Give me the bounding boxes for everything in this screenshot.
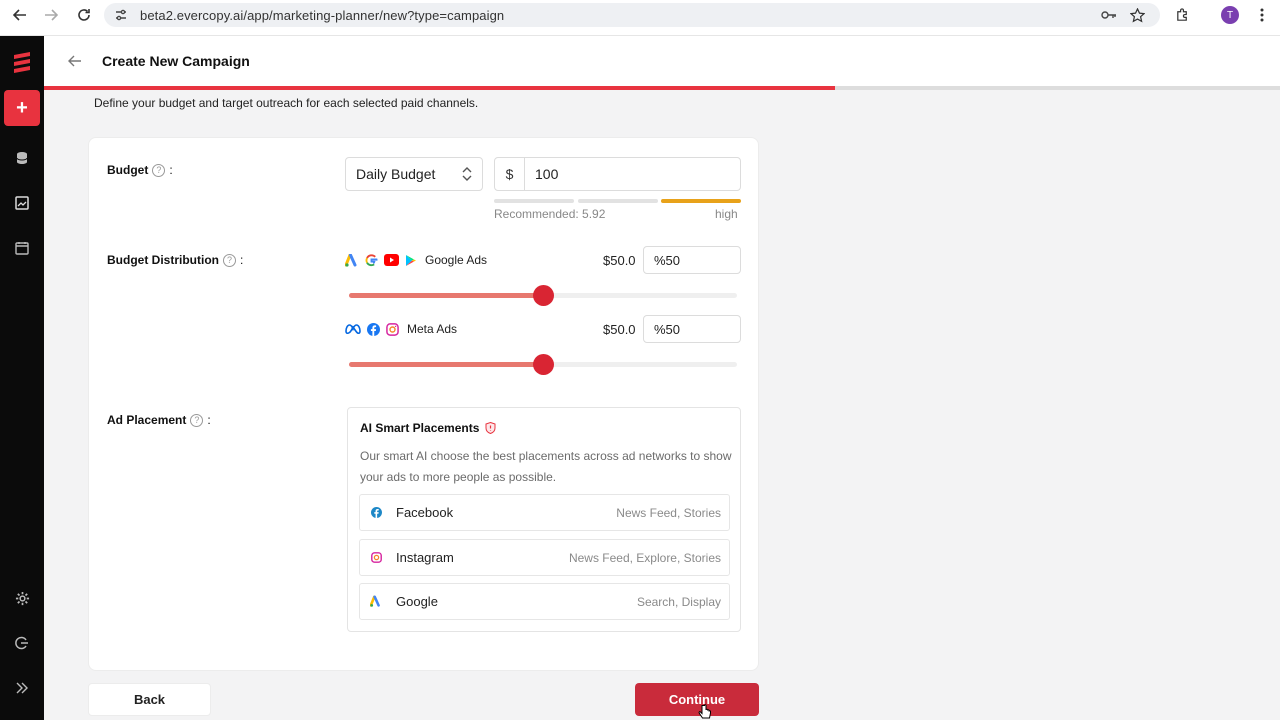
address-bar[interactable]: beta2.evercopy.ai/app/marketing-planner/… bbox=[104, 3, 1160, 27]
step-progress-bar bbox=[44, 86, 1280, 90]
help-icon[interactable]: ? bbox=[190, 413, 204, 427]
step-progress-fill bbox=[44, 86, 836, 90]
smart-placements-title-text: AI Smart Placements bbox=[360, 421, 480, 435]
distribution-label-text: Budget Distribution bbox=[107, 253, 219, 267]
channel-amount: $50.0 bbox=[603, 322, 636, 337]
budget-card: Budget ?: Daily Budget $ 100 Recommended… bbox=[88, 137, 759, 671]
budget-label: Budget ?: bbox=[107, 163, 173, 177]
hand-cursor-icon bbox=[698, 704, 711, 719]
gear-icon bbox=[15, 591, 29, 605]
password-key-icon[interactable] bbox=[1100, 6, 1118, 24]
placement-detail: Search, Display bbox=[636, 594, 721, 609]
new-item-button[interactable]: + bbox=[4, 90, 40, 126]
profile-avatar[interactable]: T bbox=[1221, 6, 1239, 24]
back-arrow-icon[interactable] bbox=[68, 52, 86, 70]
plus-icon: + bbox=[16, 96, 28, 119]
slider-fill bbox=[349, 362, 543, 367]
channel-percent-input[interactable]: %50 bbox=[643, 246, 741, 274]
google-ads-icon bbox=[345, 253, 357, 267]
budget-amount-input[interactable]: $ 100 bbox=[494, 157, 741, 191]
channel-amount: $50.0 bbox=[603, 253, 636, 268]
google-ads-icon bbox=[370, 595, 382, 608]
continue-button[interactable]: Continue bbox=[635, 683, 759, 716]
double-chevron-right-icon bbox=[16, 682, 28, 694]
currency-symbol: $ bbox=[495, 158, 525, 190]
shield-icon bbox=[485, 422, 496, 434]
budget-meter-medium bbox=[578, 199, 658, 203]
help-icon[interactable]: ? bbox=[152, 163, 166, 177]
meta-ads-slider[interactable] bbox=[349, 354, 737, 375]
site-settings-icon[interactable] bbox=[112, 6, 130, 24]
extensions-icon[interactable] bbox=[1173, 6, 1191, 24]
facebook-icon bbox=[370, 507, 382, 519]
channel-percent-input[interactable]: %50 bbox=[643, 315, 741, 343]
page-header: Create New Campaign bbox=[44, 36, 1280, 86]
logo-icon bbox=[4, 44, 40, 80]
slider-thumb[interactable] bbox=[533, 354, 554, 375]
channel-name: Meta Ads bbox=[407, 322, 458, 336]
placement-row-facebook: Facebook News Feed, Stories bbox=[359, 494, 730, 531]
google-icon bbox=[365, 253, 378, 266]
bookmark-star-icon[interactable] bbox=[1128, 6, 1146, 24]
budget-amount-value: 100 bbox=[535, 166, 559, 182]
forward-nav-icon[interactable] bbox=[40, 4, 62, 26]
back-nav-icon[interactable] bbox=[9, 4, 31, 26]
google-ads-slider[interactable] bbox=[349, 285, 737, 306]
instagram-icon bbox=[386, 322, 399, 336]
budget-meter-low bbox=[494, 199, 574, 203]
placement-detail: News Feed, Stories bbox=[616, 505, 721, 520]
placement-row-instagram: Instagram News Feed, Explore, Stories bbox=[359, 539, 730, 576]
budget-level-text: high bbox=[715, 207, 738, 221]
budget-distribution-label: Budget Distribution ?: bbox=[107, 253, 244, 267]
sidebar-item-content[interactable] bbox=[4, 185, 40, 221]
url-text: beta2.evercopy.ai/app/marketing-planner/… bbox=[140, 7, 505, 23]
placement-name: Instagram bbox=[396, 550, 454, 565]
sidebar-item-brand[interactable] bbox=[4, 140, 40, 176]
instagram-icon bbox=[370, 552, 382, 564]
budget-label-text: Budget bbox=[107, 163, 149, 177]
select-updown-icon bbox=[462, 166, 472, 184]
ad-placement-label: Ad Placement ?: bbox=[107, 413, 211, 427]
budget-type-value: Daily Budget bbox=[356, 166, 436, 182]
page-title: Create New Campaign bbox=[102, 53, 250, 69]
budget-meter-high bbox=[661, 199, 741, 203]
slider-fill bbox=[349, 293, 543, 298]
page-subtitle: Define your budget and target outreach f… bbox=[94, 96, 479, 110]
browser-menu-icon[interactable] bbox=[1253, 6, 1271, 24]
placement-label-text: Ad Placement bbox=[107, 413, 187, 427]
sidebar-item-logout[interactable] bbox=[4, 625, 40, 661]
back-button[interactable]: Back bbox=[88, 683, 211, 716]
database-icon bbox=[16, 152, 28, 164]
calendar-icon bbox=[15, 242, 29, 255]
sidebar-expand-button[interactable] bbox=[4, 670, 40, 706]
smart-placements-description: Our smart AI choose the best placements … bbox=[360, 449, 732, 484]
budget-type-select[interactable]: Daily Budget bbox=[345, 157, 483, 191]
sidebar-item-calendar[interactable] bbox=[4, 230, 40, 266]
recommended-text: Recommended: 5.92 bbox=[494, 207, 606, 221]
smart-placements-panel: AI Smart Placements Our smart AI choose … bbox=[347, 407, 741, 632]
placement-row-google: Google Search, Display bbox=[359, 583, 730, 620]
browser-toolbar: beta2.evercopy.ai/app/marketing-planner/… bbox=[0, 0, 1280, 36]
smart-placements-title: AI Smart Placements bbox=[360, 421, 496, 435]
sidebar-item-settings[interactable] bbox=[4, 580, 40, 616]
youtube-icon bbox=[384, 254, 399, 266]
help-icon[interactable]: ? bbox=[222, 253, 236, 267]
reload-icon[interactable] bbox=[73, 4, 95, 26]
google-play-icon bbox=[406, 254, 416, 266]
logout-icon bbox=[15, 636, 28, 650]
placement-name: Facebook bbox=[396, 505, 454, 520]
placement-name: Google bbox=[396, 594, 438, 609]
meta-icon bbox=[345, 324, 361, 334]
channel-name: Google Ads bbox=[425, 253, 488, 267]
google-ads-channel: Google Ads bbox=[345, 253, 487, 267]
app-sidebar: + bbox=[0, 36, 44, 720]
facebook-icon bbox=[367, 322, 380, 336]
image-icon bbox=[15, 196, 29, 210]
slider-thumb[interactable] bbox=[533, 285, 554, 306]
meta-ads-channel: Meta Ads bbox=[345, 322, 457, 336]
placement-detail: News Feed, Explore, Stories bbox=[568, 550, 721, 565]
